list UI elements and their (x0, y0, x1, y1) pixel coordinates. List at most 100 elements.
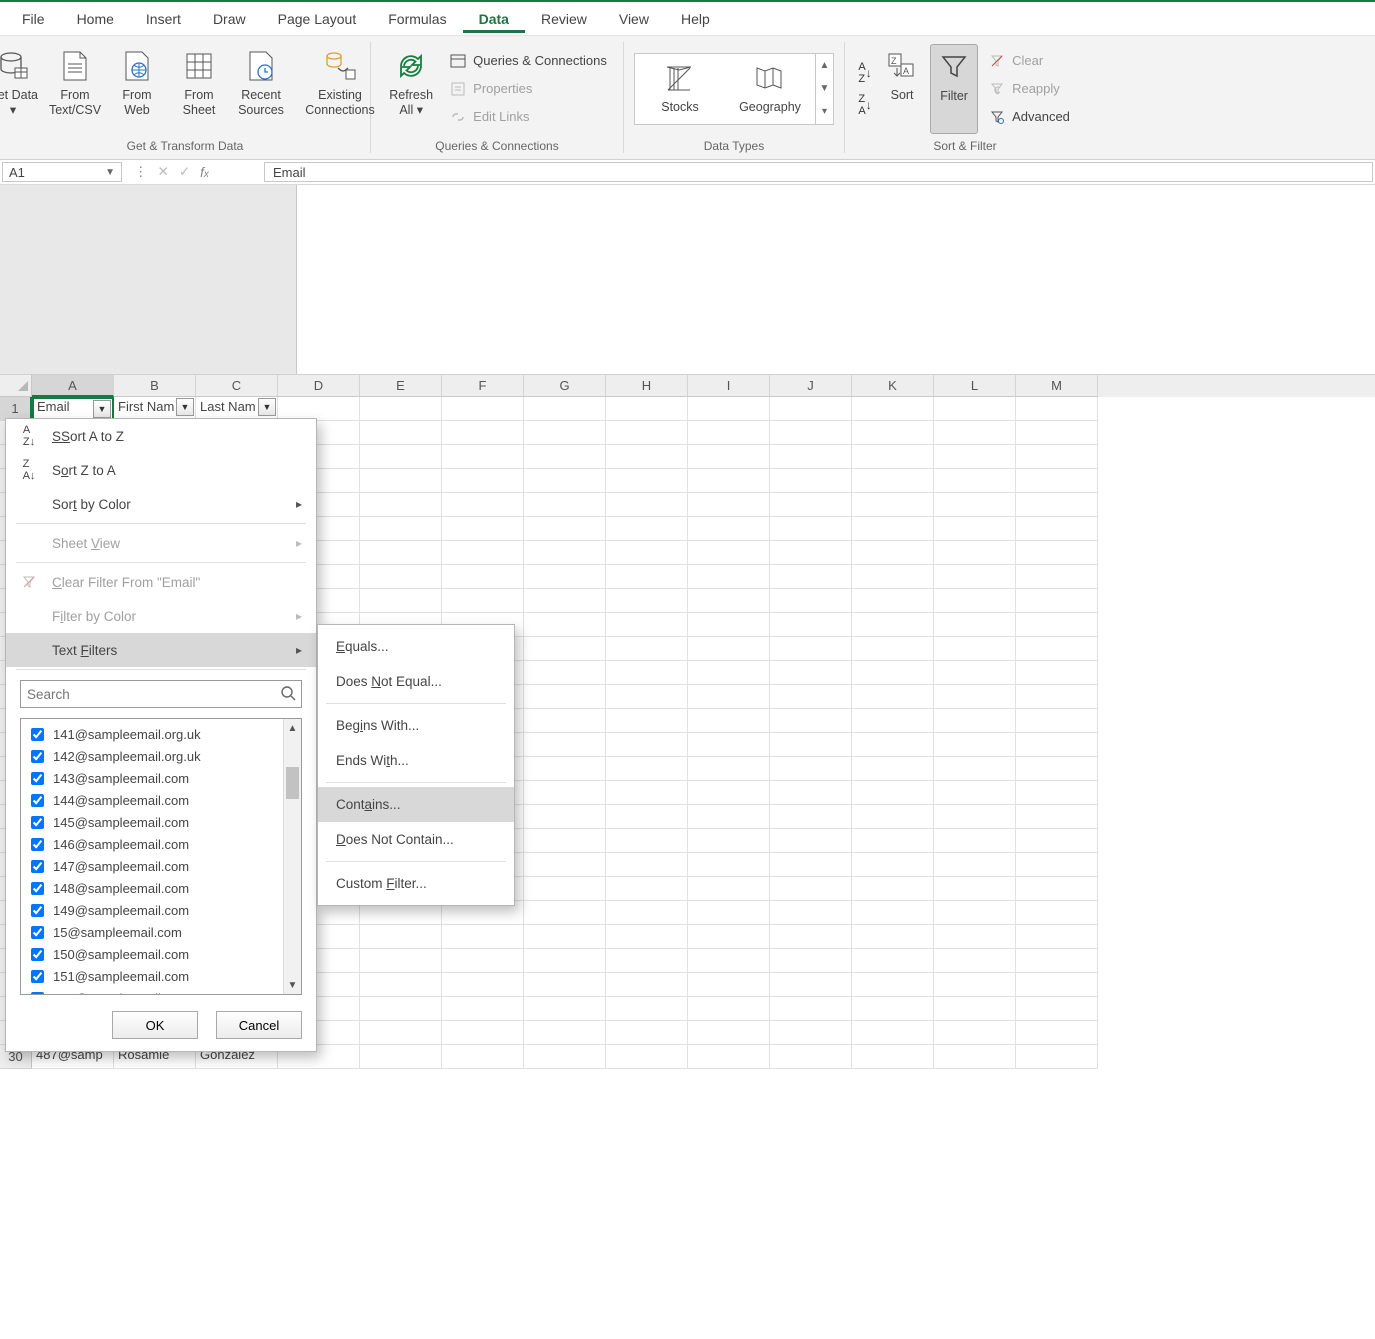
cell-empty[interactable] (852, 829, 934, 853)
geography-type[interactable]: Geography (725, 54, 815, 124)
cell-empty[interactable] (606, 565, 688, 589)
cell-empty[interactable] (934, 445, 1016, 469)
tab-formulas[interactable]: Formulas (372, 5, 462, 33)
cell-empty[interactable] (852, 757, 934, 781)
cell-empty[interactable] (524, 685, 606, 709)
cell-I1[interactable] (688, 397, 770, 421)
cell-empty[interactable] (360, 469, 442, 493)
cell-empty[interactable] (688, 733, 770, 757)
cell-empty[interactable] (770, 781, 852, 805)
cell-empty[interactable] (606, 877, 688, 901)
sort-a-to-z[interactable]: AZ↓ SSort A to Z (6, 419, 316, 453)
cell-empty[interactable] (606, 901, 688, 925)
filter-value-item[interactable]: 146@sampleemail.com (27, 833, 277, 855)
cell-empty[interactable] (688, 781, 770, 805)
cell-empty[interactable] (770, 661, 852, 685)
filter-value-item[interactable]: 150@sampleemail.com (27, 943, 277, 965)
tab-page-layout[interactable]: Page Layout (262, 5, 373, 33)
cell-empty[interactable] (934, 949, 1016, 973)
tf-contains[interactable]: Contains... (318, 787, 514, 822)
cell-empty[interactable] (688, 805, 770, 829)
cell-empty[interactable] (1016, 877, 1098, 901)
cell-empty[interactable] (770, 493, 852, 517)
cell-empty[interactable] (606, 493, 688, 517)
filter-value-checkbox[interactable] (31, 728, 44, 741)
cell-empty[interactable] (688, 421, 770, 445)
expand-icon[interactable]: ⋮ (134, 164, 148, 180)
cell-empty[interactable] (442, 493, 524, 517)
filter-value-checkbox[interactable] (31, 926, 44, 939)
cell-empty[interactable] (688, 541, 770, 565)
cell-empty[interactable] (934, 517, 1016, 541)
cell-empty[interactable] (770, 997, 852, 1021)
filter-search-input[interactable] (20, 680, 302, 708)
cell-empty[interactable] (524, 709, 606, 733)
cell-empty[interactable] (852, 637, 934, 661)
cell-empty[interactable] (770, 805, 852, 829)
filter-button[interactable]: Filter (930, 44, 978, 134)
cell-empty[interactable] (606, 469, 688, 493)
tab-data[interactable]: Data (463, 5, 525, 33)
cell-K1[interactable] (852, 397, 934, 421)
cell-empty[interactable] (934, 877, 1016, 901)
cell-empty[interactable] (1016, 853, 1098, 877)
cell-empty[interactable] (360, 517, 442, 541)
cell-empty[interactable] (524, 469, 606, 493)
cell-empty[interactable] (688, 757, 770, 781)
cell-empty[interactable] (1016, 805, 1098, 829)
cell-empty[interactable] (442, 445, 524, 469)
cell-empty[interactable] (1016, 541, 1098, 565)
cell-empty[interactable] (524, 949, 606, 973)
cell-empty[interactable] (770, 877, 852, 901)
enter-icon[interactable]: ✓ (179, 164, 190, 180)
col-header-F[interactable]: F (442, 375, 524, 397)
cell-empty[interactable] (524, 613, 606, 637)
cell-empty[interactable] (852, 925, 934, 949)
cell-empty[interactable] (1016, 517, 1098, 541)
cell-empty[interactable] (524, 637, 606, 661)
cell-empty[interactable] (852, 877, 934, 901)
cell-empty[interactable] (934, 901, 1016, 925)
cell-empty[interactable] (442, 541, 524, 565)
cell-empty[interactable] (770, 613, 852, 637)
filter-dropdown-B[interactable]: ▼ (176, 398, 194, 416)
cell-empty[interactable] (442, 973, 524, 997)
cell-empty[interactable] (934, 757, 1016, 781)
cell-empty[interactable] (852, 541, 934, 565)
cell-empty[interactable] (606, 781, 688, 805)
cell-empty[interactable] (688, 613, 770, 637)
tab-insert[interactable]: Insert (130, 5, 197, 33)
cell-empty[interactable] (606, 637, 688, 661)
cell-empty[interactable] (934, 469, 1016, 493)
filter-value-item[interactable]: 15@sampleemail.com (27, 921, 277, 943)
cell-empty[interactable] (606, 997, 688, 1021)
cell-empty[interactable] (524, 757, 606, 781)
cell-empty[interactable] (852, 421, 934, 445)
cell-empty[interactable] (852, 949, 934, 973)
col-header-G[interactable]: G (524, 375, 606, 397)
from-textcsv-button[interactable]: From Text/CSV (47, 44, 103, 134)
cell-empty[interactable] (524, 805, 606, 829)
tab-view[interactable]: View (603, 5, 665, 33)
cell-empty[interactable] (1016, 685, 1098, 709)
cell-empty[interactable] (852, 661, 934, 685)
cell-empty[interactable] (852, 685, 934, 709)
cell-empty[interactable] (770, 925, 852, 949)
cell-empty[interactable] (770, 685, 852, 709)
cell-empty[interactable] (688, 997, 770, 1021)
cell-empty[interactable] (524, 997, 606, 1021)
col-header-D[interactable]: D (278, 375, 360, 397)
filter-value-item[interactable]: 147@sampleemail.com (27, 855, 277, 877)
cell-empty[interactable] (1016, 829, 1098, 853)
cell-empty[interactable] (688, 901, 770, 925)
tf-equals[interactable]: Equals... (318, 629, 514, 664)
cell-empty[interactable] (688, 517, 770, 541)
tab-draw[interactable]: Draw (197, 5, 262, 33)
cell-empty[interactable] (524, 445, 606, 469)
cell-G1[interactable] (524, 397, 606, 421)
cell-empty[interactable] (852, 733, 934, 757)
filter-dropdown-A[interactable]: ▼ (93, 400, 111, 418)
cell-empty[interactable] (852, 973, 934, 997)
cell-empty[interactable] (688, 589, 770, 613)
filter-value-checkbox[interactable] (31, 970, 44, 983)
